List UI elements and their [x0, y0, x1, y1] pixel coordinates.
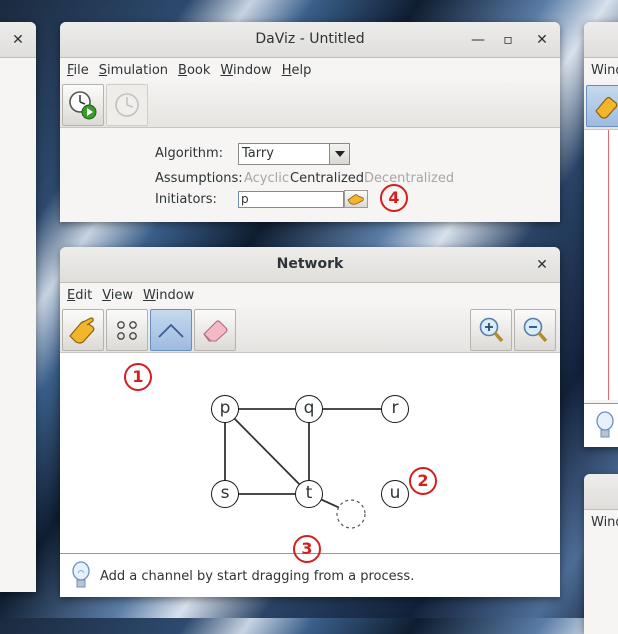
- zoom-in-icon: [479, 317, 504, 343]
- lightbulb-icon: [72, 561, 90, 588]
- menu-window[interactable]: Wind: [586, 63, 618, 78]
- annotation-marker-4: 4: [380, 184, 408, 212]
- network-menubar: Edit View Window: [60, 283, 560, 307]
- menu-book[interactable]: Book: [173, 63, 215, 78]
- annotation-marker-3: 3: [293, 535, 321, 563]
- initiators-input[interactable]: p: [238, 191, 344, 208]
- minimize-icon[interactable]: —: [468, 30, 488, 50]
- red-vertical-line: [608, 130, 609, 400]
- network-toolbar: [60, 307, 560, 353]
- pointer-hand-icon: [347, 194, 364, 205]
- menu-window[interactable]: Window: [215, 63, 276, 78]
- pointer-hand-icon: [595, 96, 618, 119]
- add-process-button[interactable]: [106, 308, 148, 351]
- close-icon[interactable]: ✕: [532, 30, 552, 50]
- lightbulb-icon: [596, 411, 614, 438]
- eraser-icon: [203, 319, 228, 342]
- close-icon[interactable]: ✕: [8, 30, 28, 50]
- assumption-centralized: Centralized: [290, 171, 365, 186]
- menu-view[interactable]: View: [97, 288, 138, 303]
- zoom-out-button[interactable]: [514, 309, 556, 351]
- zoom-out-icon: [523, 317, 548, 343]
- process-node-p[interactable]: p: [211, 395, 239, 423]
- process-node-q[interactable]: q: [295, 395, 323, 423]
- annotation-marker-1: 1: [124, 363, 152, 391]
- assumption-decentralized: Decentralized: [364, 171, 455, 186]
- assumption-acyclic: Acyclic: [244, 171, 290, 186]
- main-window-titlebar: DaViz - Untitled — ▫ ✕: [60, 22, 560, 58]
- maximize-icon[interactable]: ▫: [498, 30, 518, 50]
- main-menubar: File Simulation Book Window Help: [60, 58, 560, 82]
- process-dots-icon: [117, 320, 137, 340]
- menu-file[interactable]: File: [62, 63, 94, 78]
- background-window-left: ✕: [0, 22, 36, 592]
- add-channel-button[interactable]: [150, 308, 192, 351]
- menu-window[interactable]: Wind: [586, 515, 618, 530]
- menu-simulation[interactable]: Simulation: [94, 63, 173, 78]
- background-window-right-lower-menubar: Wind: [584, 510, 618, 534]
- step-simulation-button[interactable]: [106, 83, 148, 126]
- process-node-t[interactable]: t: [295, 480, 323, 508]
- window-title: Network: [276, 256, 344, 272]
- assumptions-label: Assumptions:: [155, 171, 243, 186]
- background-window-right-toolbar: [584, 82, 618, 130]
- background-window-right: Wind: [584, 22, 618, 447]
- simulation-clock-icon: [115, 92, 139, 117]
- process-node-s[interactable]: s: [211, 480, 239, 508]
- close-icon[interactable]: ✕: [532, 255, 552, 275]
- algorithm-label: Algorithm:: [155, 146, 224, 161]
- select-tool-button[interactable]: [62, 308, 104, 351]
- process-node-u[interactable]: u: [381, 480, 409, 508]
- zoom-in-button[interactable]: [470, 309, 512, 351]
- eraser-button[interactable]: [194, 308, 236, 351]
- algorithm-value: Tarry: [242, 146, 274, 161]
- menu-window[interactable]: Window: [138, 288, 199, 303]
- main-toolbar: [60, 82, 560, 128]
- status-hint-text: Add a channel by start dragging from a p…: [100, 569, 415, 584]
- chevron-down-icon[interactable]: [329, 144, 349, 164]
- background-window-right-canvas: [584, 130, 618, 400]
- pick-initiator-button[interactable]: [344, 190, 368, 208]
- edge-p-t[interactable]: [224, 408, 310, 495]
- background-window-right-status: [584, 403, 618, 447]
- menu-help[interactable]: Help: [277, 63, 317, 78]
- initiators-label: Initiators:: [155, 192, 217, 207]
- background-window-right-lower: Wind: [584, 474, 618, 634]
- background-window-left-titlebar: ✕: [0, 22, 36, 58]
- menu-edit[interactable]: Edit: [62, 288, 97, 303]
- simulation-clock-play-icon: [69, 90, 97, 119]
- pointer-hand-tool[interactable]: [586, 84, 618, 127]
- process-node-r[interactable]: r: [381, 395, 409, 423]
- ghost-process: [336, 499, 366, 529]
- network-window-titlebar: Network ✕: [60, 247, 560, 283]
- annotation-marker-2: 2: [409, 467, 437, 495]
- background-window-right-menubar: Wind: [584, 58, 618, 82]
- daviz-main-window: DaViz - Untitled — ▫ ✕ File Simulation B…: [60, 22, 560, 222]
- start-simulation-button[interactable]: [62, 83, 104, 126]
- background-window-right-lower-titlebar: [584, 474, 618, 510]
- algorithm-select[interactable]: Tarry: [238, 143, 350, 165]
- channel-line-icon: [158, 323, 184, 338]
- background-window-right-titlebar: [584, 22, 618, 58]
- pointer-hand-icon: [69, 316, 95, 344]
